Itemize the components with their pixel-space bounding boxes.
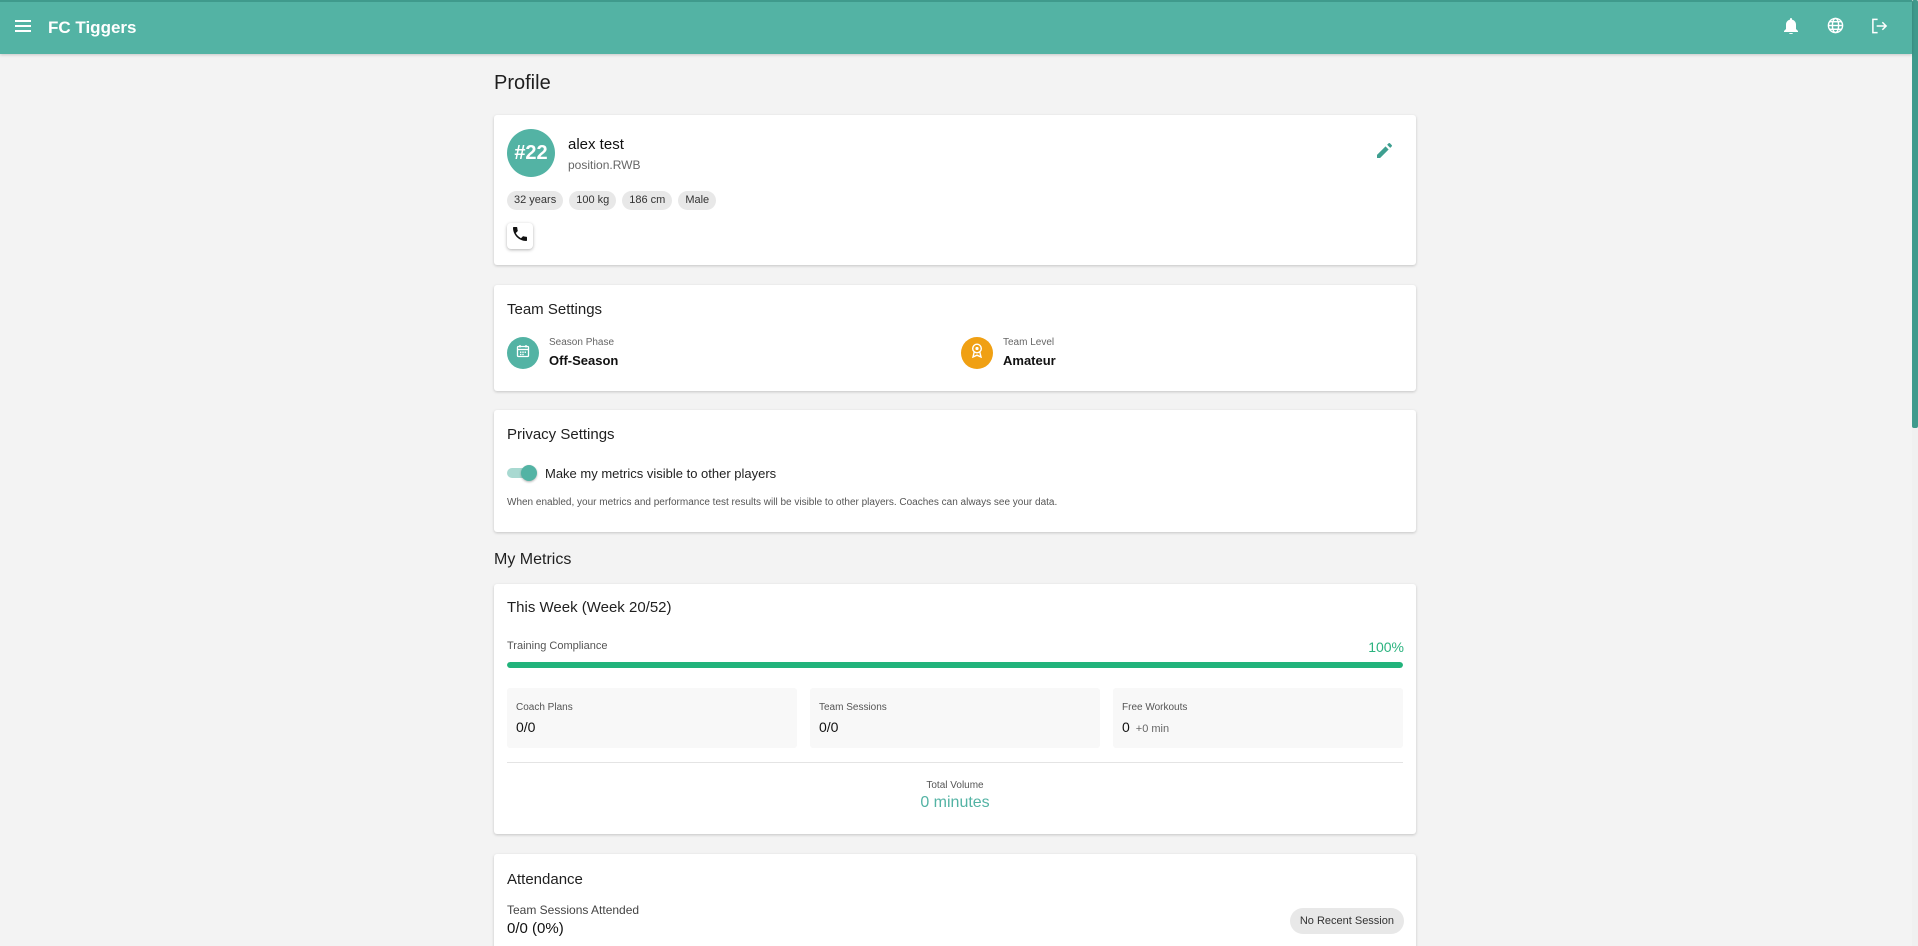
free-workouts-value-wrap: 0 +0 min (1122, 719, 1169, 735)
age-chip: 32 years (507, 191, 564, 210)
free-workouts-extra: +0 min (1135, 723, 1170, 735)
player-position: position.RWB (568, 158, 641, 172)
pencil-icon (1376, 143, 1392, 163)
weekly-metrics-card: This Week (Week 20/52) Training Complian… (494, 584, 1416, 834)
bell-icon (1784, 17, 1798, 39)
recent-session-badge: No Recent Session (1289, 908, 1404, 934)
season-phase-icon-circle (507, 337, 539, 369)
team-sessions-value: 0/0 (819, 719, 839, 735)
metrics-visibility-toggle[interactable] (507, 465, 537, 481)
team-level-value: Amateur (1003, 353, 1056, 368)
coach-plans-label: Coach Plans (516, 702, 573, 713)
sessions-attended-value: 0/0 (0%) (507, 920, 564, 937)
profile-card: #22 alex test position.RWB 32 years 100 … (494, 115, 1416, 265)
free-workouts-value: 0 (1122, 719, 1130, 735)
logout-button[interactable] (1858, 7, 1900, 49)
privacy-settings-card: Privacy Settings Make my metrics visible… (494, 410, 1416, 532)
team-level-icon-circle (961, 337, 993, 369)
training-compliance-progress (507, 662, 1403, 668)
free-workouts-label: Free Workouts (1122, 702, 1188, 713)
menu-icon (15, 19, 31, 37)
player-chips: 32 years 100 kg 186 cm Male (507, 191, 722, 210)
globe-icon (1827, 17, 1844, 39)
coach-plans-value: 0/0 (516, 719, 536, 735)
jersey-number-avatar: #22 (507, 129, 555, 177)
phone-button[interactable] (507, 223, 533, 249)
coach-plans-box: Coach Plans 0/0 (507, 688, 797, 748)
language-button[interactable] (1814, 7, 1856, 49)
team-level-label: Team Level (1003, 337, 1055, 348)
player-name: alex test (568, 136, 624, 153)
scrollbar-thumb[interactable] (1912, 0, 1918, 428)
calendar-icon (516, 344, 530, 363)
logout-icon (1871, 18, 1888, 39)
height-chip: 186 cm (622, 191, 673, 210)
phone-icon (513, 226, 527, 246)
total-volume-value: 0 minutes (920, 794, 990, 811)
team-settings-title: Team Settings (507, 301, 603, 318)
team-sessions-label: Team Sessions (819, 702, 887, 713)
menu-button[interactable] (0, 2, 50, 54)
privacy-settings-title: Privacy Settings (507, 426, 615, 443)
season-phase-label: Season Phase (549, 337, 615, 348)
app-title: FC Tiggers (48, 18, 137, 37)
metrics-visibility-label: Make my metrics visible to other players (545, 466, 777, 481)
award-icon (970, 343, 984, 363)
page-title: Profile (494, 72, 551, 94)
team-sessions-box: Team Sessions 0/0 (810, 688, 1100, 748)
my-metrics-title: My Metrics (494, 551, 572, 568)
season-phase-value: Off-Season (549, 353, 619, 368)
week-title: This Week (Week 20/52) (507, 599, 672, 616)
app-bar: FC Tiggers (0, 0, 1912, 54)
sessions-attended-label: Team Sessions Attended (507, 903, 640, 917)
total-volume-label: Total Volume (926, 780, 984, 791)
notifications-button[interactable] (1770, 7, 1812, 49)
training-compliance-value: 100% (1368, 639, 1404, 655)
weight-chip: 100 kg (569, 191, 617, 210)
divider (507, 762, 1403, 763)
toggle-knob (521, 465, 537, 481)
team-settings-card: Team Settings Season Phase Off-Season Te… (494, 285, 1416, 391)
attendance-title: Attendance (507, 871, 583, 888)
gender-chip: Male (678, 191, 717, 210)
training-compliance-label: Training Compliance (507, 640, 608, 652)
edit-profile-button[interactable] (1372, 141, 1396, 165)
free-workouts-box: Free Workouts 0 +0 min (1113, 688, 1403, 748)
attendance-card: Attendance Team Sessions Attended 0/0 (0… (494, 854, 1416, 946)
privacy-hint-text: When enabled, your metrics and performan… (507, 497, 1058, 508)
progress-fill (507, 662, 1403, 668)
scrollbar-track[interactable] (1912, 0, 1918, 946)
